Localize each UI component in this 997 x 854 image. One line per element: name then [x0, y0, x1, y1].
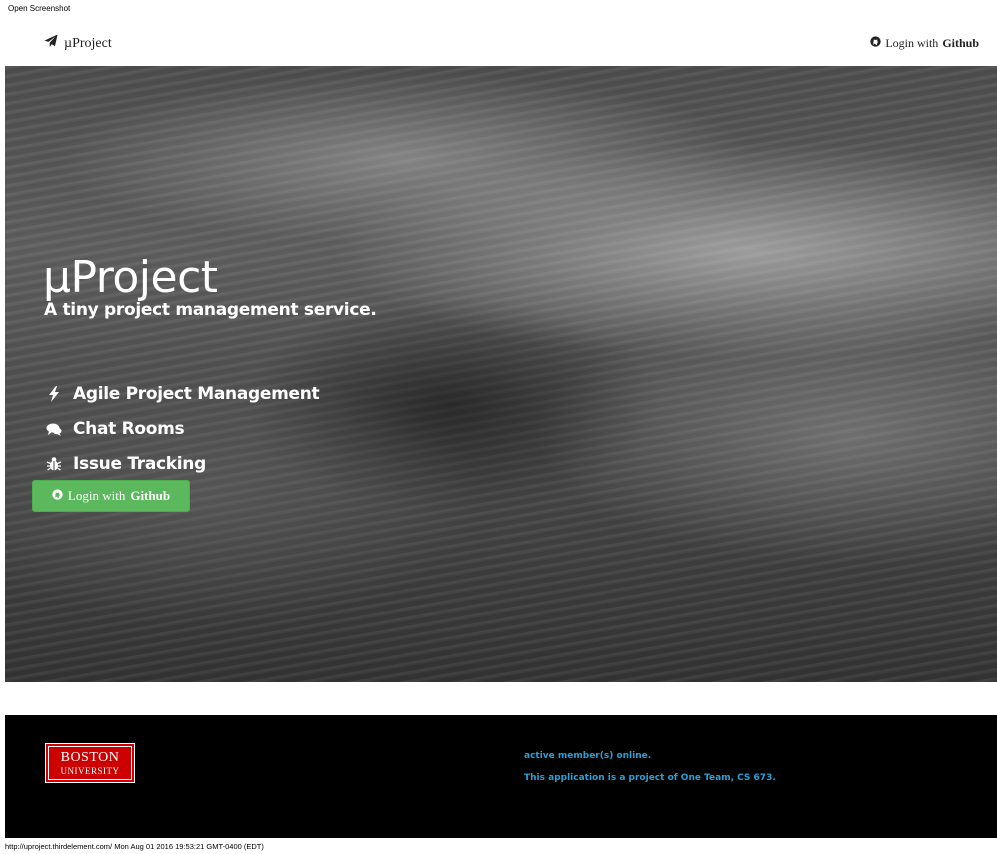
feature-item: Chat Rooms — [45, 411, 319, 446]
feature-label: Agile Project Management — [73, 383, 320, 404]
paper-plane-icon — [44, 34, 58, 53]
online-members-text: active member(s) online. — [524, 751, 652, 761]
project-credit-link[interactable]: This application is a project of One Tea… — [524, 767, 776, 789]
hero-title: µProject — [43, 252, 218, 303]
feature-item: Issue Tracking — [45, 446, 319, 481]
boston-university-logo[interactable]: BOSTON UNIVERSITY — [45, 743, 135, 783]
comments-icon — [45, 420, 63, 438]
brand-link[interactable]: µProject — [44, 34, 112, 53]
feature-label: Chat Rooms — [73, 418, 185, 439]
window-caption: Open Screenshot — [8, 4, 71, 13]
logo-line-2: UNIVERSITY — [60, 765, 120, 776]
nav-login-github-link[interactable]: Login with Github — [870, 36, 979, 51]
feature-list: Agile Project Management Chat Rooms Issu… — [45, 376, 320, 481]
footer-info: active member(s) online. This applicatio… — [524, 745, 776, 789]
brand-label: µProject — [64, 35, 112, 51]
bolt-icon — [45, 385, 63, 403]
login-button-github: Github — [130, 488, 171, 503]
nav-login-github: Github — [942, 36, 979, 50]
logo-line-1: BOSTON — [60, 749, 120, 765]
login-github-button[interactable]: Login with Github — [32, 480, 190, 512]
navbar: µProject Login with Github — [0, 22, 997, 66]
github-icon — [870, 36, 881, 51]
feature-item: Agile Project Management — [45, 376, 320, 411]
footer: BOSTON UNIVERSITY active member(s) onlin… — [5, 715, 997, 838]
github-icon — [52, 488, 63, 504]
nav-login-prefix: Login with — [885, 36, 939, 50]
status-bar-url: http://uproject.thirdelement.com/ Mon Au… — [5, 842, 264, 851]
bug-icon — [45, 455, 63, 473]
feature-label: Issue Tracking — [73, 453, 206, 474]
hero-subtitle: A tiny project management service. — [44, 300, 377, 320]
login-button-prefix: Login with — [67, 488, 126, 503]
hero-banner: µProject A tiny project management servi… — [5, 66, 997, 682]
